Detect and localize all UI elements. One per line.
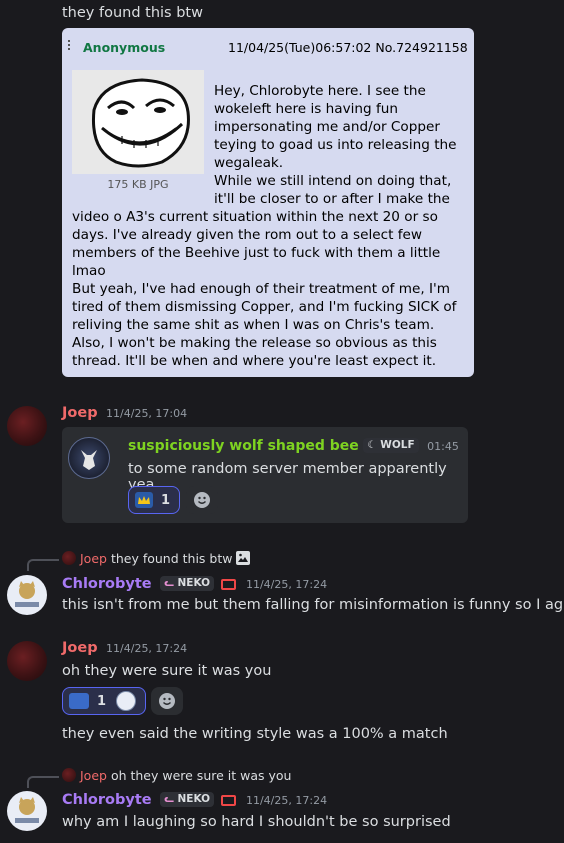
- message-text: why am I laughing so hard I shouldn't be…: [62, 814, 451, 830]
- neko-badge: ᓚ NEKO: [160, 792, 215, 807]
- reply-connector: [27, 776, 59, 788]
- post-menu-icon[interactable]: [68, 40, 72, 50]
- author-name[interactable]: Chlorobyte: [62, 576, 152, 592]
- reaction-emoji[interactable]: 1: [62, 687, 146, 715]
- image-icon: [236, 551, 251, 565]
- post-number: No.724921158: [375, 40, 468, 55]
- wolf-avatar: [68, 437, 110, 479]
- post-body: 175 KB JPG Hey, Chlorobyte here. I see t…: [72, 70, 468, 370]
- timestamp: 11/4/25, 17:24: [245, 794, 328, 807]
- smiley-add-reaction-icon: [159, 693, 175, 709]
- cat-badge-icon: ᓚ: [164, 577, 174, 589]
- author-name[interactable]: Joep: [62, 405, 98, 421]
- embed-time: 01:45: [427, 440, 459, 453]
- troll-face-image: [72, 70, 204, 174]
- embed-text: to some random server member apparently …: [128, 461, 447, 493]
- neko-badge: ᓚ NEKO: [160, 576, 215, 591]
- message-text: they even said the writing style was a 1…: [62, 726, 448, 742]
- message-header: Chlorobyte ᓚ NEKO 11/4/25, 17:24: [62, 576, 327, 592]
- fourchan-post-image[interactable]: Anonymous 11/04/25(Tue)06:57:02 No.72492…: [62, 28, 474, 377]
- reactor-avatar: [116, 691, 137, 711]
- reply-text: oh they were sure it was you: [110, 768, 292, 783]
- message-text: oh they were sure it was you: [62, 663, 272, 679]
- reaction-count: 1: [161, 492, 171, 508]
- timestamp: 11/4/25, 17:24: [106, 642, 188, 655]
- embed-author[interactable]: suspiciously wolf shaped bee: [128, 438, 359, 454]
- post-author: Anonymous: [83, 40, 166, 55]
- cat-badge-icon: ᓚ: [164, 793, 174, 805]
- quoted-message-embed[interactable]: suspiciously wolf shaped bee ☾ WOLF 01:4…: [62, 427, 468, 523]
- reply-avatar: [62, 768, 76, 782]
- post-para-3: But yeah, I've had enough of their treat…: [72, 281, 457, 369]
- reply-author[interactable]: Joep: [80, 768, 107, 783]
- message-text: they found this btw: [62, 5, 203, 21]
- crown-emoji: [135, 492, 153, 508]
- monitor-icon: [220, 579, 236, 590]
- avatar[interactable]: [7, 641, 47, 681]
- reply-text: they found this btw: [110, 551, 233, 566]
- monitor-icon: [220, 795, 236, 806]
- reaction-crown[interactable]: 1: [128, 486, 180, 514]
- timestamp: 11/4/25, 17:04: [106, 407, 188, 420]
- reply-avatar: [62, 551, 76, 565]
- post-date: 11/04/25(Tue)06:57:02: [228, 40, 372, 55]
- wolf-badge: ☾ WOLF: [363, 438, 419, 453]
- timestamp: 11/4/25, 17:24: [245, 578, 328, 591]
- post-datetime: 11/04/25(Tue)06:57:02 No.724921158: [228, 40, 468, 55]
- wolf-badge-icon: ☾: [367, 439, 377, 451]
- smiley-add-reaction-icon: [194, 492, 210, 508]
- add-reaction-button[interactable]: [151, 687, 183, 715]
- message-header: Chlorobyte ᓚ NEKO 11/4/25, 17:24: [62, 792, 327, 808]
- message-header: Joep 11/4/25, 17:04: [62, 405, 187, 421]
- message-text: this isn't from me but them falling for …: [62, 597, 564, 613]
- reply-connector: [27, 559, 59, 571]
- avatar[interactable]: [7, 406, 47, 446]
- add-reaction-button[interactable]: [186, 486, 218, 514]
- reply-author[interactable]: Joep: [80, 551, 107, 566]
- author-name[interactable]: Chlorobyte: [62, 792, 152, 808]
- file-size: 175 KB JPG: [107, 178, 169, 191]
- reply-preview[interactable]: Joep they found this btw: [62, 551, 251, 566]
- speaking-head-emoji: [69, 693, 89, 709]
- reply-preview[interactable]: Joep oh they were sure it was you: [62, 768, 291, 783]
- message-header: Joep 11/4/25, 17:24: [62, 640, 187, 656]
- avatar[interactable]: [7, 791, 47, 831]
- avatar[interactable]: [7, 575, 47, 615]
- embed-header: suspiciously wolf shaped bee ☾ WOLF 01:4…: [128, 438, 459, 454]
- author-name[interactable]: Joep: [62, 640, 98, 656]
- reaction-count: 1: [97, 693, 107, 709]
